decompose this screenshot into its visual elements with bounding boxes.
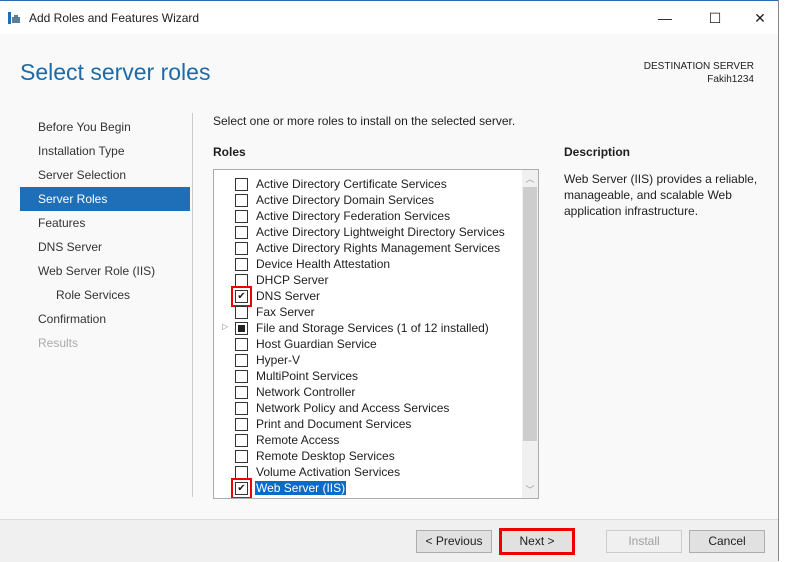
role-label: DHCP Server: [256, 273, 329, 287]
previous-button[interactable]: < Previous: [416, 530, 492, 553]
divider: [192, 113, 193, 497]
role-label: Network Controller: [256, 385, 356, 399]
role-item[interactable]: Remote Desktop Services: [214, 448, 522, 464]
role-item[interactable]: Active Directory Domain Services: [214, 192, 522, 208]
role-checkbox[interactable]: [235, 242, 248, 255]
role-item[interactable]: Host Guardian Service: [214, 336, 522, 352]
role-label: Remote Access: [256, 433, 340, 447]
maximize-button[interactable]: ☐: [700, 7, 730, 29]
nav-item-server-selection[interactable]: Server Selection: [20, 163, 190, 187]
nav-item-features[interactable]: Features: [20, 211, 190, 235]
next-button[interactable]: Next >: [499, 528, 575, 555]
role-label: Device Health Attestation: [256, 257, 391, 271]
role-checkbox[interactable]: [235, 322, 248, 335]
destination-name: Fakih1234: [707, 74, 754, 85]
roles-header: Roles: [213, 145, 246, 159]
role-item[interactable]: ✔ Web Server (IIS): [214, 478, 522, 498]
role-item[interactable]: ✔ DNS Server: [214, 286, 522, 307]
role-label: Volume Activation Services: [256, 465, 401, 479]
install-button[interactable]: Install: [606, 530, 682, 553]
minimize-button[interactable]: —: [650, 7, 680, 29]
nav-item-installation-type[interactable]: Installation Type: [20, 139, 190, 163]
description-header: Description: [564, 145, 631, 159]
role-label: Host Guardian Service: [256, 337, 377, 351]
roles-list[interactable]: Active Directory Certificate Services Act…: [213, 169, 539, 499]
role-checkbox[interactable]: [235, 178, 248, 191]
nav-item-results: Results: [38, 336, 79, 350]
role-checkbox[interactable]: [235, 306, 248, 319]
role-item[interactable]: Device Health Attestation: [214, 256, 522, 272]
role-label: Active Directory Domain Services: [256, 193, 435, 207]
scrollbar-thumb[interactable]: [523, 187, 537, 441]
description-text: Web Server (IIS) provides a reliable, ma…: [564, 172, 758, 218]
role-label: MultiPoint Services: [256, 369, 359, 383]
role-checkbox[interactable]: [235, 466, 248, 479]
role-item[interactable]: Remote Access: [214, 432, 522, 448]
page-title: Select server roles: [20, 59, 211, 85]
instructions: Select one or more roles to install on t…: [213, 114, 516, 128]
nav-item-server-roles[interactable]: Server Roles: [20, 187, 190, 211]
close-button[interactable]: ✕: [745, 7, 775, 29]
role-checkbox[interactable]: [235, 194, 248, 207]
role-checkbox[interactable]: [235, 258, 248, 271]
scrollbar[interactable]: ︿ ﹀: [522, 170, 538, 498]
background-window-edge: [778, 0, 787, 561]
role-checkbox[interactable]: [235, 418, 248, 431]
role-item[interactable]: Fax Server: [214, 304, 522, 320]
title-bar: Add Roles and Features Wizard — ☐ ✕: [0, 1, 778, 34]
role-item[interactable]: DHCP Server: [214, 272, 522, 288]
nav-item-dns-server[interactable]: DNS Server: [20, 235, 190, 259]
role-label: Web Server (IIS): [255, 481, 347, 495]
role-checkbox[interactable]: [235, 274, 248, 287]
role-item[interactable]: Volume Activation Services: [214, 464, 522, 480]
role-label: Active Directory Federation Services: [256, 209, 451, 223]
role-label: Hyper-V: [256, 353, 301, 367]
role-checkbox[interactable]: [235, 210, 248, 223]
nav-item-web-server-role-iis[interactable]: Web Server Role (IIS): [20, 259, 190, 283]
cancel-button[interactable]: Cancel: [689, 530, 765, 553]
role-checkbox[interactable]: [235, 386, 248, 399]
wizard-window: Add Roles and Features Wizard — ☐ ✕ Sele…: [0, 0, 778, 562]
role-item[interactable]: Network Policy and Access Services: [214, 400, 522, 416]
scroll-down-icon[interactable]: ﹀: [522, 483, 538, 496]
destination-label: DESTINATION SERVER: [643, 61, 754, 72]
role-label: DNS Server: [256, 289, 321, 303]
role-checkbox[interactable]: [235, 370, 248, 383]
role-item[interactable]: Network Controller: [214, 384, 522, 400]
role-item[interactable]: Active Directory Lightweight Directory S…: [214, 224, 522, 240]
wizard-nav: Before You Begin Installation Type Server …: [20, 115, 190, 355]
role-checkbox[interactable]: [235, 338, 248, 351]
nav-item-confirmation[interactable]: Confirmation: [20, 307, 190, 331]
role-checkbox[interactable]: [235, 450, 248, 463]
role-label: Active Directory Lightweight Directory S…: [256, 225, 505, 239]
role-label: Fax Server: [256, 305, 315, 319]
role-item[interactable]: ▷ File and Storage Services (1 of 12 inst…: [214, 320, 522, 336]
role-item[interactable]: Print and Document Services: [214, 416, 522, 432]
expand-icon[interactable]: ▷: [222, 322, 228, 331]
nav-item-before-you-begin[interactable]: Before You Begin: [20, 115, 190, 139]
nav-item-role-services[interactable]: Role Services: [20, 283, 190, 307]
role-checkbox[interactable]: [235, 434, 248, 447]
role-label: Active Directory Rights Management Servi…: [256, 241, 501, 255]
scroll-up-icon[interactable]: ︿: [522, 172, 538, 185]
role-label: Network Policy and Access Services: [256, 401, 450, 415]
role-checkbox[interactable]: [235, 354, 248, 367]
role-label: Print and Document Services: [256, 417, 412, 431]
role-label: Remote Desktop Services: [256, 449, 395, 463]
server-manager-icon: [8, 12, 20, 24]
role-label: File and Storage Services (1 of 12 insta…: [256, 321, 489, 335]
destination-server: DESTINATION SERVER Fakih1234: [644, 60, 754, 86]
role-item[interactable]: Active Directory Certificate Services: [214, 176, 522, 192]
role-checkbox[interactable]: [235, 226, 248, 239]
role-item[interactable]: MultiPoint Services: [214, 368, 522, 384]
role-item[interactable]: Active Directory Federation Services: [214, 208, 522, 224]
window-title: Add Roles and Features Wizard: [29, 11, 200, 25]
role-checkbox[interactable]: [235, 402, 248, 415]
role-label: Active Directory Certificate Services: [256, 177, 447, 191]
role-item[interactable]: Active Directory Rights Management Servi…: [214, 240, 522, 256]
role-checkbox[interactable]: ✔: [231, 478, 252, 498]
role-checkbox[interactable]: ✔: [231, 286, 252, 307]
role-item[interactable]: Hyper-V: [214, 352, 522, 368]
